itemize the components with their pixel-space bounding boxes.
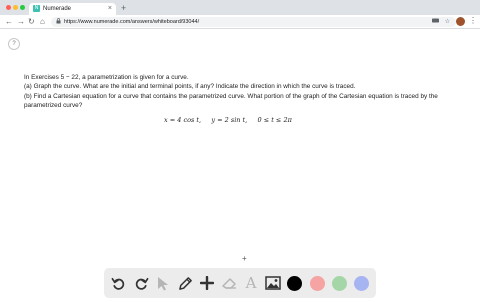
tab-title: Numerade xyxy=(43,6,72,12)
crosshair-cursor-icon: + xyxy=(242,254,247,263)
problem-part-a: (a) Graph the curve. What are the initia… xyxy=(24,83,356,91)
add-icon[interactable] xyxy=(197,273,217,293)
color-swatch-green[interactable] xyxy=(332,276,347,291)
select-pointer-icon[interactable] xyxy=(153,273,173,293)
address-bar[interactable]: https://www.numerade.com/answers/whitebo… xyxy=(51,17,456,27)
browser-toolbar: ← → ↻ ⌂ https://www.numerade.com/answers… xyxy=(0,15,480,29)
color-swatch-black[interactable] xyxy=(287,276,302,291)
pen-icon[interactable] xyxy=(175,273,195,293)
bookmark-star-icon[interactable]: ☆ xyxy=(445,18,450,26)
problem-statement: In Exercises 5 − 22, a parametrization i… xyxy=(24,73,454,110)
forward-icon[interactable]: → xyxy=(17,17,25,27)
lock-icon[interactable] xyxy=(56,18,61,27)
redo-button[interactable] xyxy=(131,273,151,293)
problem-part-b: (b) Find a Cartesian equation for a curv… xyxy=(24,92,438,109)
text-tool-icon[interactable]: A xyxy=(241,273,261,293)
home-icon[interactable]: ⌂ xyxy=(40,17,45,27)
undo-button[interactable] xyxy=(108,273,128,293)
eraser-icon[interactable] xyxy=(219,273,239,293)
url-text[interactable]: https://www.numerade.com/answers/whitebo… xyxy=(64,18,199,26)
problem-intro: In Exercises 5 − 22, a parametrization i… xyxy=(24,74,189,81)
color-swatch-pink[interactable] xyxy=(310,276,325,291)
whiteboard-toolbar: A xyxy=(104,268,376,298)
back-icon[interactable]: ← xyxy=(5,17,13,27)
key-icon[interactable] xyxy=(432,18,439,26)
minimize-window-button[interactable] xyxy=(13,5,18,10)
color-swatch-blue[interactable] xyxy=(354,276,369,291)
help-button[interactable]: ? xyxy=(8,38,20,50)
browser-menu-icon[interactable]: ⋮ xyxy=(469,16,477,26)
maximize-window-button[interactable] xyxy=(20,5,25,10)
parametric-equation: x = 4 cos t, y = 2 sin t, 0 ≤ t ≤ 2π xyxy=(164,116,292,124)
reload-icon[interactable]: ↻ xyxy=(28,17,35,27)
browser-tab[interactable]: N Numerade × xyxy=(29,3,116,15)
tab-bar: N Numerade × + xyxy=(0,0,480,15)
tab-close-icon[interactable]: × xyxy=(108,4,112,13)
profile-avatar[interactable] xyxy=(456,17,465,26)
new-tab-button[interactable]: + xyxy=(121,3,126,13)
numerade-favicon-icon: N xyxy=(33,5,40,12)
close-window-button[interactable] xyxy=(6,5,11,10)
image-icon[interactable] xyxy=(263,273,283,293)
